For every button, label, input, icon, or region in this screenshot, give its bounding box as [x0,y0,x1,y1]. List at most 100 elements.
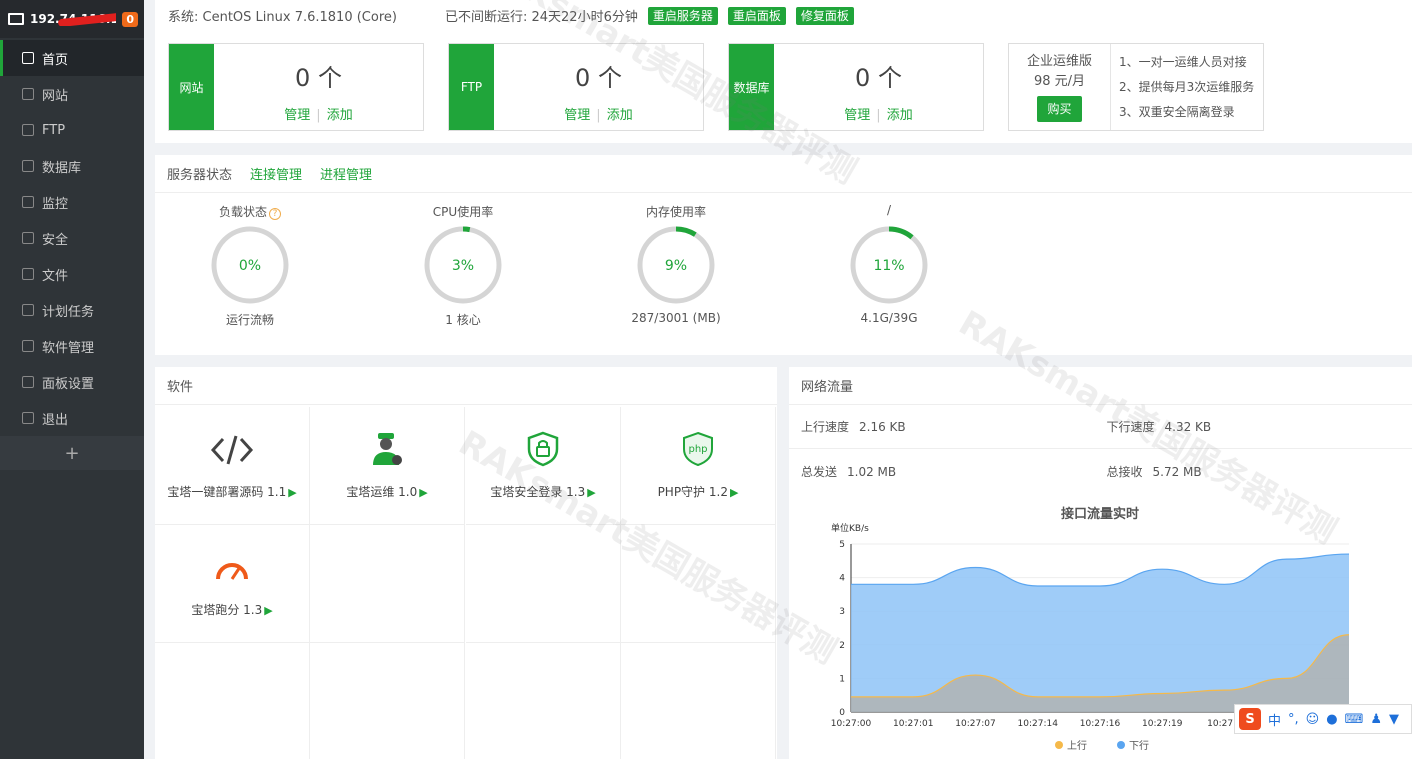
software-empty-cell [466,525,621,643]
repair-panel-button[interactable]: 修复面板 [795,6,854,25]
skin-icon[interactable]: ▼ [1389,712,1399,727]
logout-icon [22,412,34,424]
database-manage-link[interactable]: 管理 [844,108,870,123]
gauge-label: / [886,203,892,217]
sidebar-item-label: 面板设置 [42,376,95,392]
help-icon[interactable]: ? [269,208,281,220]
gauge-sub: 4.1G/39G [860,311,918,325]
add-button[interactable]: + [0,436,144,470]
legend-marker [1055,741,1063,749]
sidebar-menu: 首页 网站 FTP 数据库 监控安全文件计划任务软件管理面板设置退出 [0,40,144,436]
site-manage-link[interactable]: 管理 [284,108,310,123]
status-gauge[interactable]: / 11% 4.1G/39G [809,203,969,325]
monitor-icon [8,13,24,25]
software-item[interactable]: 宝塔跑分 1.3 ▶ [155,525,310,643]
gear-icon [22,376,34,388]
restart-panel-button[interactable]: 重启面板 [727,6,786,25]
site-add-link[interactable]: 添加 [327,108,353,123]
microphone-icon[interactable]: ● [1326,712,1337,727]
upload-speed-value: 2.16 KB [859,420,906,434]
sidebar-item[interactable]: 网站 [0,76,144,112]
buy-button[interactable]: 购买 [1037,96,1082,122]
legend-label: 下行 [1129,739,1149,752]
database-add-link[interactable]: 添加 [887,108,913,123]
y-tick-label: 2 [839,641,845,651]
calendar-icon [22,304,34,316]
y-tick-label: 5 [839,540,845,550]
x-tick-label: 10:27:01 [893,719,933,729]
sidebar-item[interactable]: 软件管理 [0,328,144,364]
legend-marker [1117,741,1125,749]
home-icon [22,52,34,64]
software-item[interactable]: 宝塔安全登录 1.3 ▶ [466,407,621,525]
status-gauge[interactable]: 负载状态? 0% 运行流畅 [170,203,330,328]
database-card: 数据库 0 个 管理 | 添加 [728,43,984,131]
server-header[interactable]: 192.74.116.117 0 [0,0,144,38]
stats-row: 网站 0 个 管理 | 添加 FTP 0 个 管理 | 添加 数据库 0 个 管理 | 添加… [155,31,1412,143]
gauge-sub: 运行流畅 [225,313,274,327]
download-speed-label: 下行速度 [1106,420,1155,434]
ime-language[interactable]: 中 [1268,710,1281,729]
sidebar-item-label: 计划任务 [42,304,95,320]
status-gauge[interactable]: CPU使用率 3% 1 核心 [383,203,543,328]
ime-toolbar[interactable]: S 中 °, ☺ ● ⌨ ♟ ▼ [1234,704,1412,734]
uptime-info: 已不间断运行: 24天22小时6分钟 [444,10,638,25]
site-tag: 网站 [169,44,214,130]
restart-server-button[interactable]: 重启服务器 [647,6,718,25]
software-item[interactable]: 宝塔运维 1.0 ▶ [310,407,465,525]
process-manage-link[interactable]: 进程管理 [320,164,372,183]
x-tick-label: 10:27:00 [831,719,872,729]
ftp-manage-link[interactable]: 管理 [564,108,590,123]
ops-person-icon [373,433,402,465]
keyboard-icon[interactable]: ⌨ [1345,712,1364,727]
notification-badge[interactable]: 0 [122,11,138,27]
enterprise-card: 企业运维版 98 元/月 购买 1、一对一运维人员对接 2、提供每月3次运维服务… [1008,43,1264,131]
software-item[interactable]: 宝塔一键部署源码 1.1 ▶ [155,407,310,525]
status-gauge[interactable]: 内存使用率 9% 287/3001 (MB) [596,203,756,325]
software-title: 软件 [167,380,194,395]
punctuation-icon[interactable]: °, [1288,712,1299,727]
ftp-add-link[interactable]: 添加 [607,108,633,123]
sidebar-item[interactable]: 安全 [0,220,144,256]
sidebar-item[interactable]: 面板设置 [0,364,144,400]
database-tag: 数据库 [729,44,774,130]
x-tick-label: 10:27:14 [1018,719,1059,729]
y-tick-label: 3 [839,607,845,617]
sidebar-item[interactable]: 文件 [0,256,144,292]
software-item[interactable]: php PHP守护 1.2 ▶ [621,407,776,525]
sidebar-item-label: 安全 [42,232,69,248]
total-received-value: 5.72 MB [1152,464,1202,479]
gauge-ring: 0% [211,226,289,304]
sidebar-item[interactable]: 退出 [0,400,144,436]
connection-manage-link[interactable]: 连接管理 [250,164,302,183]
gauge-value: 11% [873,258,904,274]
folder-icon [22,268,34,280]
x-tick-label: 10:27:19 [1142,719,1183,729]
gauge-label: 负载状态 [218,205,267,219]
software-name: 宝塔一键部署源码 1.1 [167,485,287,499]
sidebar-item[interactable]: 数据库 [0,148,144,184]
enterprise-price: 98 元/月 [1033,74,1086,89]
x-tick-label: 10:27:07 [955,719,995,729]
sidebar-item[interactable]: 监控 [0,184,144,220]
user-icon[interactable]: ♟ [1370,712,1382,727]
software-name: PHP守护 1.2 [657,485,728,499]
gauge-ring: 3% [424,226,502,304]
emoji-icon[interactable]: ☺ [1306,712,1320,727]
gauge-ring: 9% [637,226,715,304]
sidebar-item[interactable]: FTP [0,112,144,148]
sidebar: 192.74.116.117 0 首页网站 FTP 数据库监控安全文件计划任务软件管… [0,0,144,759]
total-sent-label: 总发送 [801,464,838,479]
sidebar-item-label: 软件管理 [42,340,95,356]
sidebar-item[interactable]: 首页 [0,40,144,76]
ime-logo-icon: S [1239,708,1261,730]
software-empty-cell [310,525,465,643]
y-tick-label: 4 [839,574,845,584]
software-grid: 宝塔一键部署源码 1.1 ▶ 宝塔运维 1.0 ▶ 宝塔安全登录 1.3 ▶ php … [155,407,777,759]
x-tick-label: 10:27:16 [1080,719,1121,729]
system-info: 系统: CentOS Linux 7.6.1810 (Core) [168,10,397,25]
sidebar-item[interactable]: 计划任务 [0,292,144,328]
total-received-label: 总接收 [1106,464,1143,479]
ftp-card: FTP 0 个 管理 | 添加 [448,43,704,131]
database-count: 0 个 [855,64,902,92]
